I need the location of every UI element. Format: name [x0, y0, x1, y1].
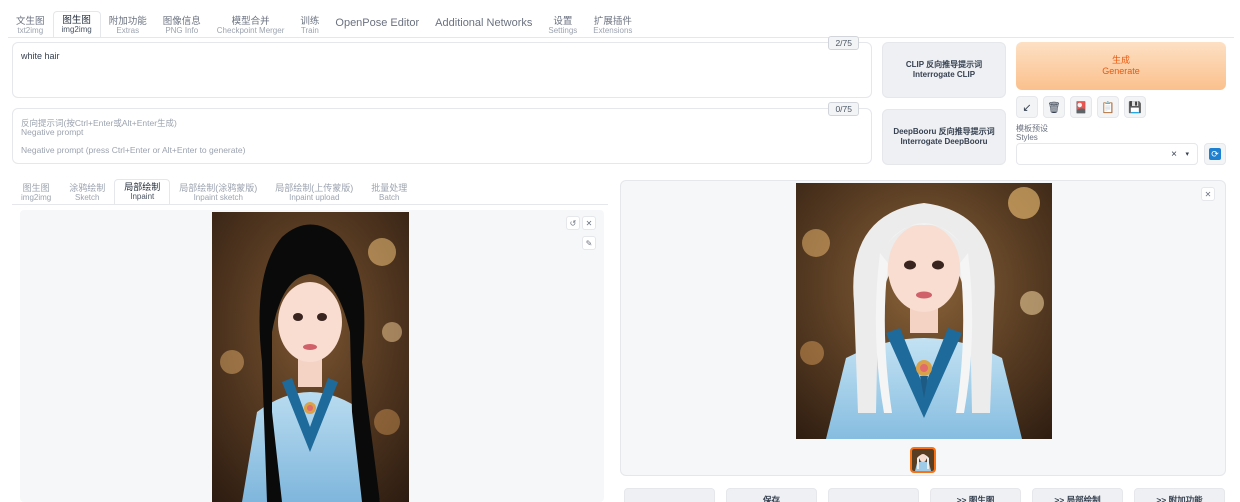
subtab-img2img[interactable]: 图生图 img2img [12, 181, 60, 205]
tab-sublabel: Extras [116, 25, 140, 35]
styles-label: 模板预设 Styles [1016, 124, 1048, 143]
generate-label: 生成 [1111, 55, 1130, 66]
tab-additional-networks[interactable]: Additional Networks [427, 14, 540, 38]
undo-icon[interactable]: ↺ [566, 216, 580, 230]
tab-extensions[interactable]: 扩展插件 Extensions [585, 13, 640, 38]
button-sublabel: Interrogate CLIP [912, 70, 976, 79]
tab-sublabel: Extensions [593, 25, 633, 35]
send-to-extras-button[interactable]: >> 附加功能 [1134, 488, 1225, 502]
button-label: DeepBooru 反向推导提示词 [893, 127, 995, 137]
negative-prompt-label-en: Negative prompt [21, 127, 84, 137]
styles-dropdown[interactable]: × ▾ [1016, 143, 1198, 165]
subtab-inpaint-upload[interactable]: 局部绘制(上传蒙版) Inpaint upload [266, 181, 362, 205]
portrait-masked-image [212, 212, 409, 502]
save-button[interactable]: 保存 [726, 488, 817, 502]
tab-sublabel: Inpaint [130, 191, 155, 201]
tab-sublabel: Sketch [75, 192, 100, 202]
interrogate-clip-button[interactable]: CLIP 反向推导提示词 Interrogate CLIP [882, 42, 1006, 98]
tab-img2img[interactable]: 图生图 img2img [52, 10, 101, 38]
refresh-icon: ⟳ [1209, 148, 1221, 160]
prompt-input[interactable]: white hair 2/75 [12, 36, 872, 98]
clear-icon[interactable]: × [1171, 149, 1177, 160]
tab-sublabel: Inpaint upload [289, 192, 340, 202]
tab-sublabel: Train [300, 25, 319, 35]
tab-train[interactable]: 训练 Train [292, 13, 327, 38]
prompt-token-counter: 2/75 [828, 36, 859, 50]
negative-prompt-input[interactable]: 反向提示词(按Ctrl+Enter或Alt+Enter生成) Negative … [12, 102, 872, 164]
subtab-batch[interactable]: 批量处理 Batch [362, 181, 416, 205]
read-params-icon[interactable]: ↙ [1016, 96, 1038, 118]
styles-label-en: Styles [1016, 132, 1038, 142]
extra-networks-icon[interactable]: 🎴 [1070, 96, 1092, 118]
chevron-down-icon[interactable]: ▾ [1185, 150, 1189, 158]
subtab-divider [12, 204, 608, 205]
tab-sublabel: Batch [379, 192, 400, 202]
inpaint-source-image[interactable] [212, 212, 409, 502]
output-image[interactable] [796, 183, 1052, 439]
clipboard-icon[interactable]: 📋 [1097, 96, 1119, 118]
tab-png-info[interactable]: 图像信息 PNG Info [155, 13, 209, 38]
tab-divider [8, 37, 1234, 38]
brush-icon[interactable]: ✎ [582, 236, 596, 250]
subtab-inpaint[interactable]: 局部绘制 Inpaint [114, 179, 171, 205]
button-label: CLIP 反向推导提示词 [905, 60, 983, 70]
tab-extras[interactable]: 附加功能 Extras [101, 13, 155, 38]
tab-checkpoint-merger[interactable]: 模型合并 Checkpoint Merger [209, 13, 293, 38]
tab-sublabel: Checkpoint Merger [216, 25, 285, 35]
subtab-inpaint-sketch[interactable]: 局部绘制(涂鸦蒙版) Inpaint sketch [170, 181, 266, 205]
gallery-thumbnail[interactable] [910, 447, 936, 473]
tool-button-row: ↙ 🗑 🎴 📋 💾 [1016, 96, 1146, 118]
tab-sublabel: Settings [548, 25, 578, 35]
portrait-output-image [796, 183, 1052, 439]
send-to-img2img-button[interactable]: >> 图生图 [930, 488, 1021, 502]
top-tab-bar: 文生图 txt2img 图生图 img2img 附加功能 Extras 图像信息 PNG… [8, 8, 640, 38]
negative-prompt-placeholder[interactable]: Negative prompt (press Ctrl+Enter or Alt… [21, 145, 245, 155]
send-to-inpaint-button[interactable]: >> 局部绘制 [1032, 488, 1123, 502]
tab-sublabel: Inpaint sketch [193, 192, 243, 202]
inpaint-canvas[interactable]: ↺ ✕ ✎ [20, 210, 604, 502]
img2img-mode-tabs: 图生图 img2img 涂鸦绘制 Sketch 局部绘制 Inpaint 局部绘制(涂… [12, 178, 416, 205]
thumbnail-image [912, 449, 934, 471]
generate-sublabel: Generate [1102, 66, 1140, 76]
output-action-row: 保存 >> 图生图 >> 局部绘制 >> 附加功能 [624, 488, 1225, 502]
tab-sublabel: PNG Info [165, 25, 199, 35]
tab-sublabel: img2img [21, 192, 52, 202]
tab-txt2img[interactable]: 文生图 txt2img [8, 13, 53, 38]
button-sublabel: Interrogate DeepBooru [900, 137, 988, 146]
prompt-text[interactable]: white hair [21, 51, 60, 61]
close-output-icon[interactable]: ✕ [1201, 187, 1215, 201]
generate-button[interactable]: 生成 Generate [1016, 42, 1226, 90]
tab-sublabel: img2img [61, 24, 92, 34]
save-style-icon[interactable]: 💾 [1124, 96, 1146, 118]
output-gallery: ✕ [620, 180, 1226, 476]
interrogate-deepbooru-button[interactable]: DeepBooru 反向推导提示词 Interrogate DeepBooru [882, 109, 1006, 165]
tab-settings[interactable]: 设置 Settings [540, 13, 585, 38]
tab-sublabel: txt2img [17, 25, 44, 35]
trash-icon[interactable]: 🗑 [1043, 96, 1065, 118]
close-icon[interactable]: ✕ [582, 216, 596, 230]
tab-openpose-editor[interactable]: OpenPose Editor [327, 14, 427, 38]
open-folder-button[interactable] [624, 488, 715, 502]
zip-button[interactable] [828, 488, 919, 502]
refresh-styles-button[interactable]: ⟳ [1204, 143, 1226, 165]
subtab-sketch[interactable]: 涂鸦绘制 Sketch [60, 181, 114, 205]
negative-prompt-token-counter: 0/75 [828, 102, 859, 116]
